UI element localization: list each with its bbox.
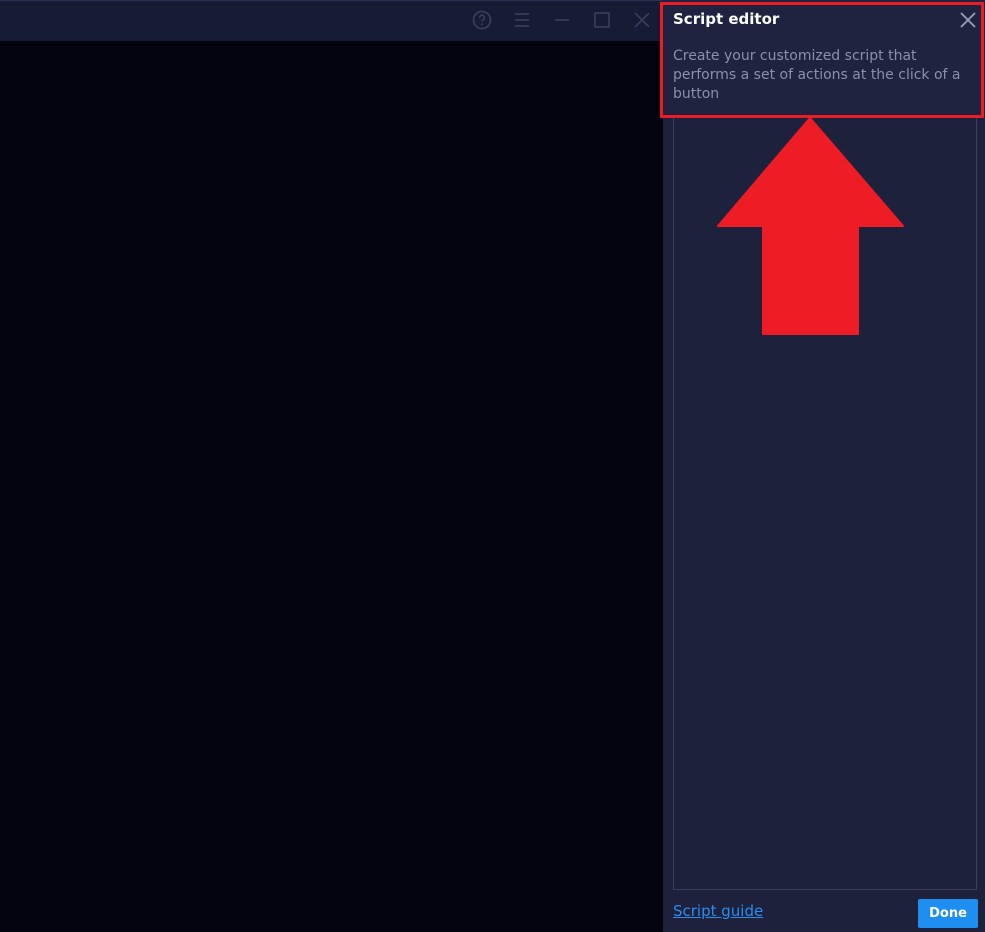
script-guide-link[interactable]: Script guide bbox=[673, 902, 763, 920]
menu-icon[interactable] bbox=[510, 8, 534, 32]
app-window: Script editor Create your customized scr… bbox=[0, 0, 985, 932]
panel-title: Script editor bbox=[673, 10, 780, 28]
close-icon[interactable] bbox=[956, 8, 980, 32]
script-text-area[interactable] bbox=[673, 115, 977, 890]
panel-description: Create your customized script that perfo… bbox=[673, 48, 961, 102]
script-editor-header: Script editor Create your customized scr… bbox=[663, 0, 985, 115]
done-button[interactable]: Done bbox=[918, 899, 978, 928]
game-viewport[interactable] bbox=[0, 41, 663, 932]
title-bar bbox=[0, 0, 663, 41]
help-icon[interactable] bbox=[470, 8, 494, 32]
maximize-icon[interactable] bbox=[590, 8, 614, 32]
script-editor-panel: Script editor Create your customized scr… bbox=[663, 0, 985, 932]
close-icon[interactable] bbox=[630, 8, 654, 32]
minimize-icon[interactable] bbox=[550, 8, 574, 32]
title-bar-edge bbox=[0, 0, 663, 1]
